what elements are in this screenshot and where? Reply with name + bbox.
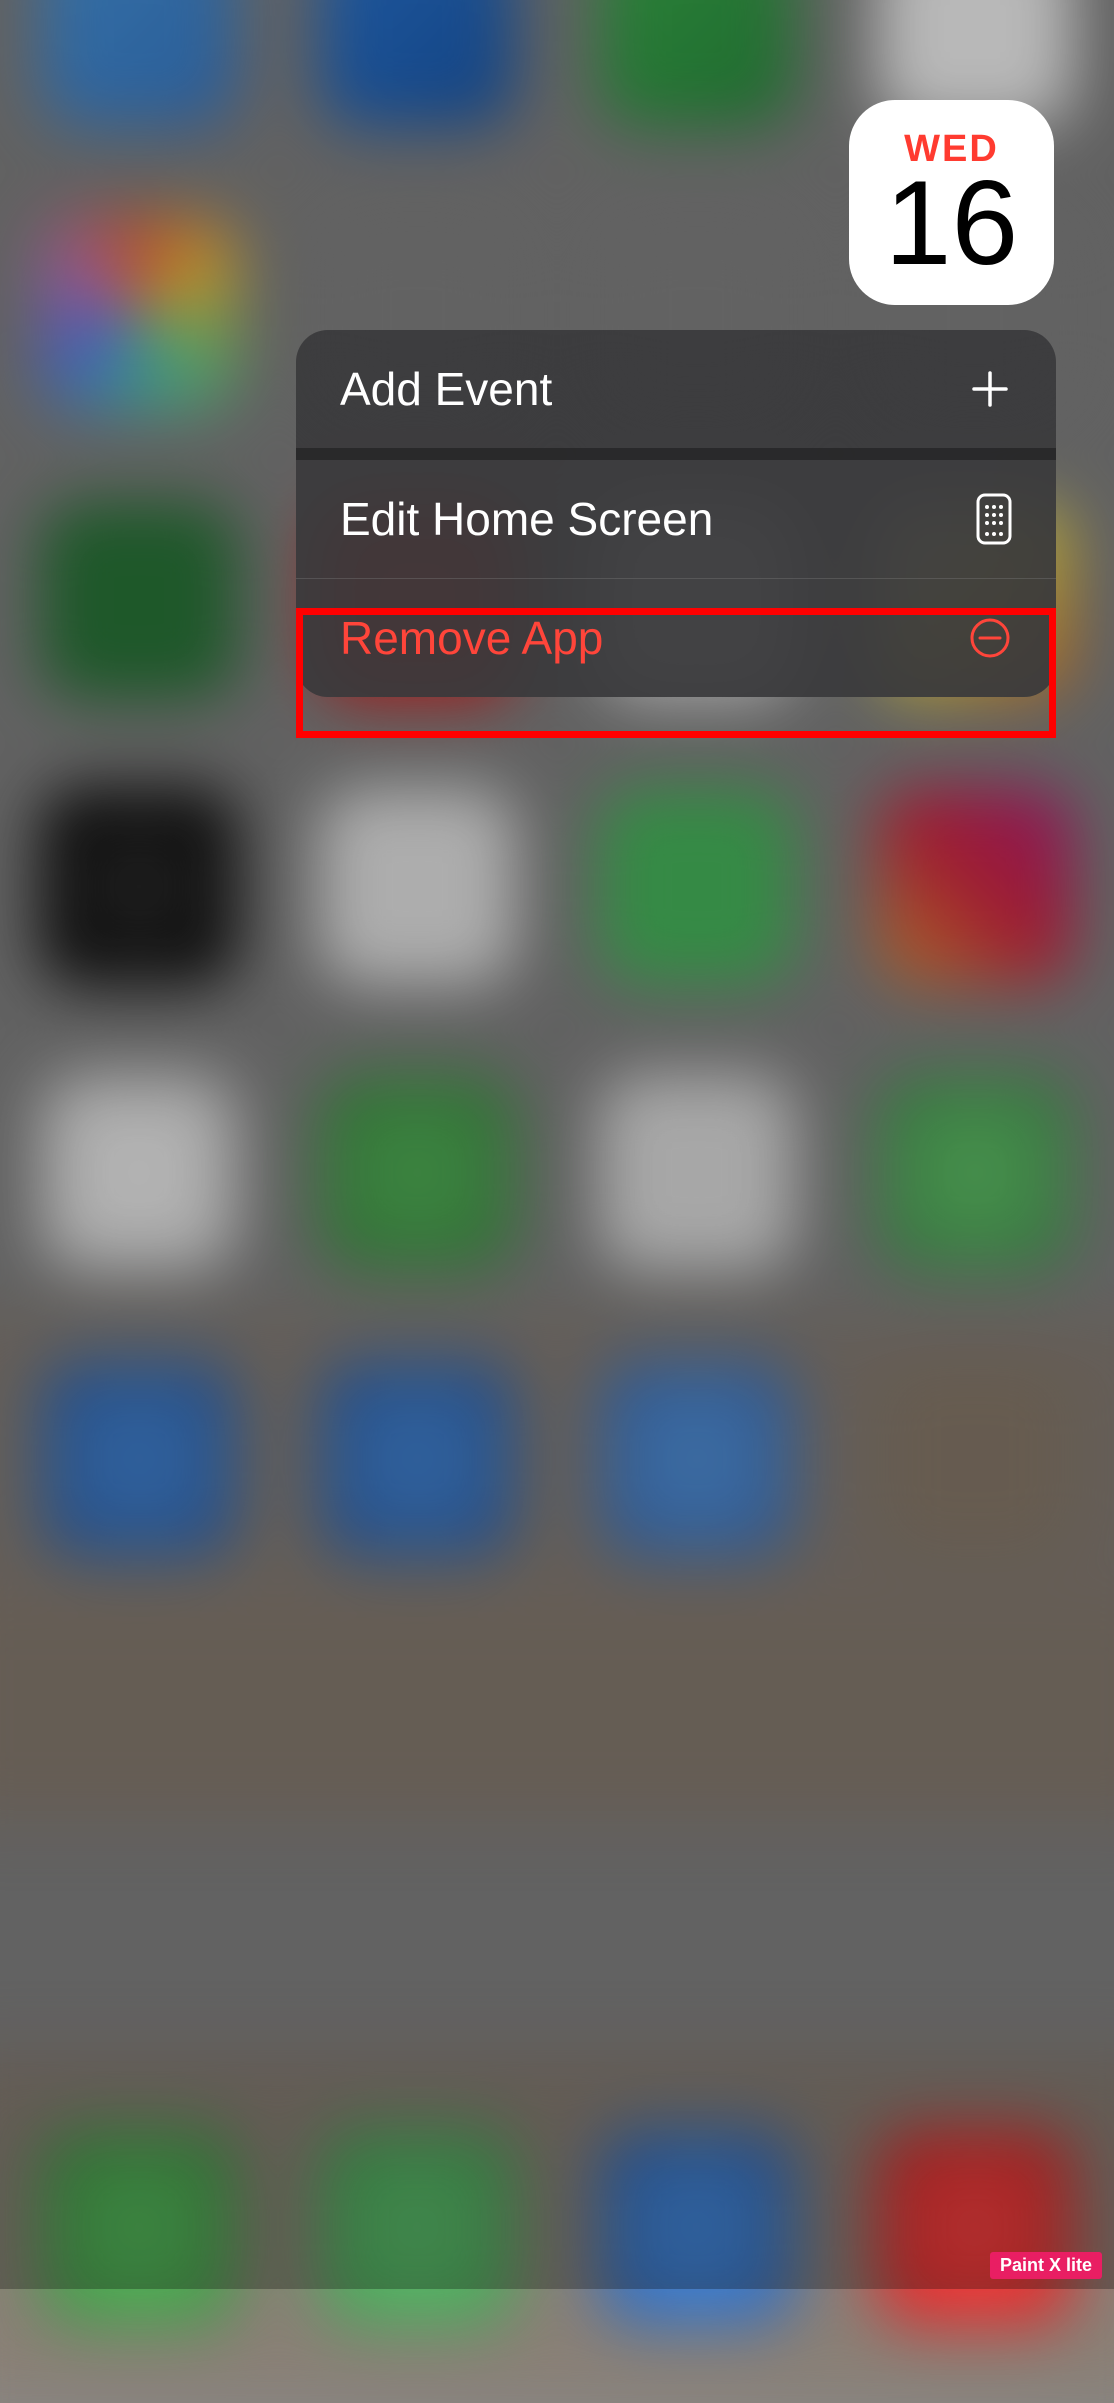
- menu-divider: [296, 448, 1056, 460]
- menu-item-remove-app[interactable]: Remove App: [296, 579, 1056, 697]
- menu-item-label: Add Event: [340, 362, 552, 416]
- app-context-menu: Add Event Edit Home Screen: [296, 330, 1056, 697]
- minus-circle-icon: [968, 616, 1012, 660]
- watermark: Paint X lite: [990, 2252, 1102, 2279]
- phone-grid-icon: [976, 493, 1012, 545]
- calendar-app-icon[interactable]: WED 16: [849, 100, 1054, 305]
- menu-item-add-event[interactable]: Add Event: [296, 330, 1056, 448]
- menu-item-label: Edit Home Screen: [340, 492, 713, 546]
- menu-item-label: Remove App: [340, 611, 603, 665]
- plus-icon: [968, 367, 1012, 411]
- calendar-date: 16: [885, 163, 1018, 283]
- menu-item-edit-home-screen[interactable]: Edit Home Screen: [296, 460, 1056, 578]
